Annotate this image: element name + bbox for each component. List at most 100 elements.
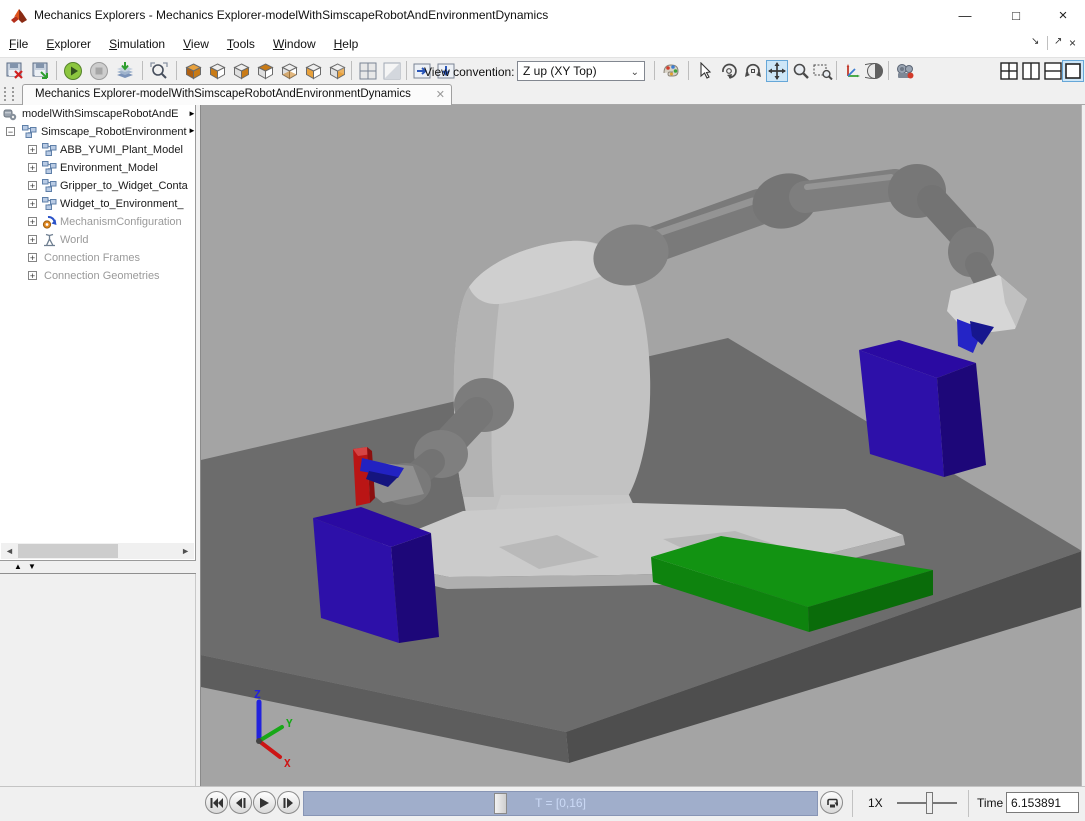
tree-item-modelwithsimscaperobotande[interactable]: modelWithSimscapeRobotAndE [0,105,195,123]
layout-columns-icon[interactable] [1020,60,1042,82]
go-to-start-button[interactable] [205,791,228,814]
splitter-up-icon[interactable]: ▲ [14,562,22,571]
step-forward-button[interactable] [277,791,300,814]
undock-icon[interactable]: ↗ [1054,36,1062,47]
tab-grip-handle[interactable] [4,87,14,101]
view-bottom-icon[interactable] [278,60,300,82]
play-button[interactable] [253,791,276,814]
expand-icon[interactable]: + [28,199,37,208]
expand-icon[interactable]: + [28,163,37,172]
tree-item-label: Environment_Model [60,159,158,177]
loop-button[interactable] [820,791,843,814]
maximize-button[interactable]: □ [999,6,1033,26]
time-slider[interactable]: T = [0,16] [303,791,818,816]
model-tree-panel: modelWithSimscapeRobotAndE−Simscape_Robo… [0,105,196,561]
expand-icon[interactable]: + [28,145,37,154]
view-convention-value: Z up (XY Top) [523,64,597,78]
tree-item-widget-to-environment-[interactable]: +Widget_to_Environment_ [0,195,195,213]
time-field-label: Time [977,796,1003,810]
svg-text:X: X [284,757,291,770]
select-tool-icon[interactable] [694,60,716,82]
time-slider-thumb[interactable] [494,793,507,814]
zoom-region-tool-icon[interactable] [812,60,834,82]
view-top-icon[interactable] [254,60,276,82]
close-button[interactable]: × [1046,6,1080,26]
splitter-down-icon[interactable]: ▼ [28,562,36,571]
tree-item-gripper-to-widget-conta[interactable]: + Gripper_to_Widget_Conta [0,177,195,195]
tab-mechanics-explorer[interactable]: Mechanics Explorer-modelWithSimscapeRobo… [22,84,452,105]
speed-label: 1X [868,796,883,810]
panel-expand-bottom-icon[interactable]: ► [188,126,196,135]
show-frame-icon[interactable] [842,60,864,82]
tree-item-world[interactable]: +World [0,231,195,249]
view-back-icon[interactable] [230,60,252,82]
menu-help[interactable]: Help [334,32,359,57]
model-tree: modelWithSimscapeRobotAndE−Simscape_Robo… [0,105,195,285]
scroll-right-icon[interactable]: ► [181,546,190,556]
scrollbar-thumb[interactable] [18,544,118,558]
layout-grid-icon[interactable] [998,60,1020,82]
perspective-icon[interactable] [864,60,886,82]
layout-single-icon[interactable] [1062,60,1084,82]
expand-icon[interactable]: + [28,253,37,262]
tree-item-environment-model[interactable]: + Environment_Model [0,159,195,177]
dock-icon[interactable]: ↘ [1031,36,1039,47]
collapse-icon[interactable]: − [6,127,15,136]
close-panel-icon[interactable]: × [1069,36,1076,50]
tree-item-simscape-robotenvironment[interactable]: −Simscape_RobotEnvironment [0,123,195,141]
split-single-icon[interactable] [381,60,403,82]
tab-close-icon[interactable]: ✕ [436,88,445,101]
time-input[interactable] [1006,792,1079,813]
expand-icon[interactable]: + [28,181,37,190]
export-animation-icon[interactable] [114,60,136,82]
step-back-button[interactable] [229,791,252,814]
chevron-down-icon: ⌄ [631,64,639,82]
expand-icon[interactable]: + [28,235,37,244]
play-icon[interactable] [62,60,84,82]
menu-tools[interactable]: Tools [227,32,255,57]
roll-tool-icon[interactable] [742,60,764,82]
tree-item-abb-yumi-plant-model[interactable]: + ABB_YUMI_Plant_Model [0,141,195,159]
scroll-left-icon[interactable]: ◄ [5,546,14,556]
view-front-icon[interactable] [206,60,228,82]
expand-icon[interactable]: + [28,271,37,280]
menu-simulation[interactable]: Simulation [109,32,165,57]
view-left-icon[interactable] [302,60,324,82]
panel-expand-top-icon[interactable]: ► [188,109,196,118]
time-range-label: T = [0,16] [304,796,817,810]
menu-explorer[interactable]: Explorer [46,32,91,57]
tree-item-connection-frames[interactable]: +Connection Frames [0,249,195,267]
tree-horizontal-scrollbar[interactable]: ◄ ► [1,543,194,559]
minimize-button[interactable]: — [948,6,982,26]
visual-settings-icon[interactable] [660,60,682,82]
save-config-as-icon[interactable] [30,60,52,82]
tree-item-label: MechanismConfiguration [60,213,182,231]
save-config-icon[interactable] [4,60,26,82]
pan-tool-icon[interactable] [766,60,788,82]
menu-file[interactable]: File [9,32,28,57]
tree-item-label: ABB_YUMI_Plant_Model [60,141,183,159]
view-isometric-icon[interactable] [182,60,204,82]
expand-icon[interactable]: + [28,217,37,226]
panel-splitter[interactable]: ▲ ▼ [0,561,196,574]
view-convention-dropdown[interactable]: Z up (XY Top) ⌄ [517,61,645,81]
tree-item-connection-geometries[interactable]: +Connection Geometries [0,267,195,285]
rotate-tool-icon[interactable] [718,60,740,82]
split-four-icon[interactable] [357,60,379,82]
tree-item-label: Gripper_to_Widget_Conta [60,177,188,195]
record-video-icon[interactable] [894,60,916,82]
viewport-3d[interactable]: ZYX [200,105,1081,786]
menu-view[interactable]: View [183,32,209,57]
zoom-tool-icon[interactable] [790,60,812,82]
viewport-scene[interactable]: ZYX [201,105,1082,786]
view-right-icon[interactable] [326,60,348,82]
title-bar: Mechanics Explorers - Mechanics Explorer… [0,0,1085,32]
layout-rows-icon[interactable] [1042,60,1064,82]
fit-to-view-icon[interactable] [148,60,170,82]
stop-icon[interactable] [88,60,110,82]
speed-slider-thumb[interactable] [926,792,933,814]
menu-bar: File Explorer Simulation View Tools Window Hel… [0,32,1085,57]
tree-item-mechanismconfiguration[interactable]: + MechanismConfiguration [0,213,195,231]
svg-text:Y: Y [286,717,293,730]
menu-window[interactable]: Window [273,32,316,57]
